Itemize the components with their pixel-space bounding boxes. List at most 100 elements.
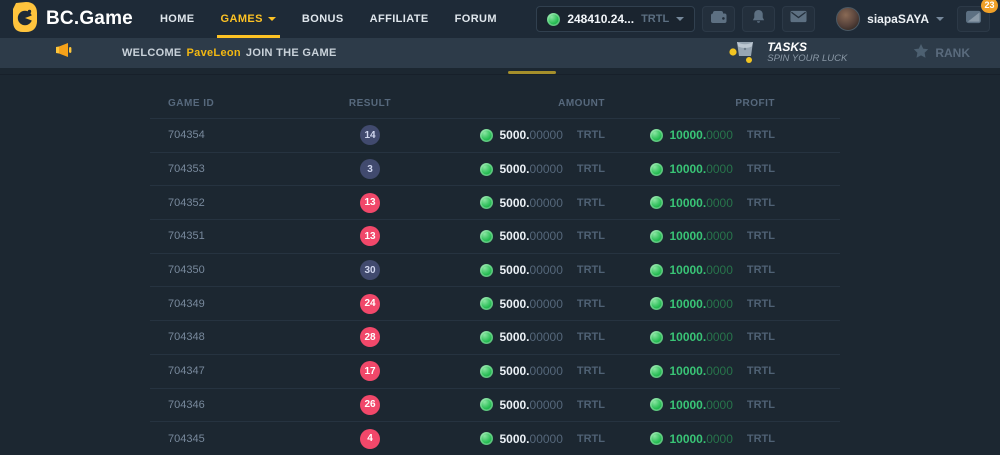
table-row[interactable]: 704348285000.00000TRTL10000.0000TRTL [150, 320, 840, 354]
profit-cell: 10000.0000TRTL [605, 362, 775, 380]
amount-frac: 00000 [530, 162, 563, 176]
trtl-coin-icon [480, 163, 493, 176]
amount-frac: 00000 [530, 330, 563, 344]
profit-frac: 0000 [706, 330, 733, 344]
amount-cell: 5000.00000TRTL [440, 295, 605, 313]
amount-currency: TRTL [577, 163, 605, 175]
star-icon [913, 44, 929, 62]
nav-item-label: HOME [160, 13, 195, 25]
trtl-coin-icon [650, 196, 663, 209]
game-id: 704350 [150, 264, 300, 276]
main-area: GAME ID RESULT AMOUNT PROFIT 70435414500… [0, 68, 1000, 455]
profit-value: 10000.0000 [669, 261, 732, 279]
wallet-icon [710, 10, 728, 29]
nav-item-home[interactable]: HOME [147, 0, 208, 38]
logo-text: BC.Game [46, 8, 133, 30]
profit-cell: 10000.0000TRTL [605, 295, 775, 313]
profit-cell: 10000.0000TRTL [605, 160, 775, 178]
table-row[interactable]: 704346265000.00000TRTL10000.0000TRTL [150, 388, 840, 422]
result-badge: 24 [360, 294, 380, 314]
amount-cell: 5000.00000TRTL [440, 261, 605, 279]
trtl-coin-icon [650, 163, 663, 176]
nav-item-bonus[interactable]: BONUS [289, 0, 357, 38]
nav-item-affiliate[interactable]: AFFILIATE [357, 0, 442, 38]
notifications-button[interactable] [742, 6, 775, 32]
profit-currency: TRTL [747, 399, 775, 411]
trtl-coin-icon [650, 331, 663, 344]
rank-button[interactable]: RANK [913, 44, 970, 62]
profit-currency: TRTL [747, 365, 775, 377]
profit-currency: TRTL [747, 331, 775, 343]
topbar-right: 248410.24... TRTL [536, 6, 990, 32]
tasks-button[interactable]: TASKS SPIN YOUR LUCK [728, 39, 847, 68]
profit-cell: 10000.0000 TRTL [605, 328, 775, 346]
trtl-coin-icon [480, 196, 493, 209]
bell-icon [751, 9, 766, 29]
table-row[interactable]: 704352135000.00000TRTL10000.0000TRTL [150, 185, 840, 219]
chat-button[interactable]: 23 [957, 6, 990, 32]
messages-button[interactable] [782, 6, 815, 32]
logo[interactable]: BC.Game [12, 2, 133, 37]
table-row[interactable]: 70434545000.00000TRTL10000.0000TRTL [150, 421, 840, 455]
profit-cell: 10000.0000TRTL [605, 396, 775, 414]
main-nav: HOME GAMES BONUSAFFILIATE FORUM [147, 0, 510, 38]
table-row[interactable]: 70435335000.00000TRTL10000.0000TRTL [150, 152, 840, 186]
trtl-coin-icon [650, 398, 663, 411]
table-row[interactable]: 704349245000.00000TRTL10000.0000TRTL [150, 286, 840, 320]
amount-main: 5000. [499, 229, 529, 243]
profit-value: 10000.0000 [669, 126, 732, 144]
amount-frac: 00000 [530, 432, 563, 446]
amount-main: 5000. [499, 263, 529, 277]
profit-cell: 10000.0000TRTL [605, 430, 775, 448]
nav-item-label: FORUM [455, 13, 497, 25]
result-cell: 26 [300, 395, 440, 415]
amount-currency: TRTL [577, 129, 605, 141]
balance-selector[interactable]: 248410.24... TRTL [536, 6, 695, 32]
table-row[interactable]: 704350305000.00000TRTL10000.0000TRTL [150, 253, 840, 287]
rank-label: RANK [935, 46, 970, 60]
amount-cell: 5000.00000TRTL [440, 430, 605, 448]
game-id: 704352 [150, 197, 300, 209]
bc-logo-icon [12, 2, 38, 37]
wallet-button[interactable] [702, 6, 735, 32]
table-row[interactable]: 704351135000.00000TRTL10000.0000TRTL [150, 219, 840, 253]
amount-currency: TRTL [577, 298, 605, 310]
trtl-coin-icon [480, 365, 493, 378]
balance-currency: TRTL [641, 13, 669, 25]
top-bar: BC.Game HOME GAMES BONUSAFFILIATE FORUM 248… [0, 0, 1000, 38]
profit-main: 10000. [669, 330, 706, 344]
amount-frac: 00000 [530, 297, 563, 311]
amount-value: 5000.00000 [499, 328, 562, 346]
chevron-down-icon [936, 17, 944, 21]
nav-item-label: GAMES [221, 13, 263, 25]
nav-item-forum[interactable]: FORUM [442, 0, 510, 38]
profit-currency: TRTL [747, 163, 775, 175]
table-row[interactable]: 704354145000.00000TRTL10000.0000TRTL [150, 118, 840, 152]
profit-value: 10000.0000 [669, 430, 732, 448]
megaphone-icon [54, 42, 74, 64]
profit-currency: TRTL [747, 298, 775, 310]
column-header-profit: PROFIT [605, 98, 775, 109]
result-cell: 24 [300, 294, 440, 314]
profit-frac: 0000 [706, 128, 733, 142]
result-badge: 26 [360, 395, 380, 415]
amount-frac: 00000 [530, 364, 563, 378]
result-cell: 4 [300, 429, 440, 449]
trtl-coin-icon [480, 331, 493, 344]
profit-frac: 0000 [706, 297, 733, 311]
trtl-coin-icon [480, 230, 493, 243]
amount-cell: 5000.00000TRTL [440, 194, 605, 212]
profit-value: 10000.0000 [669, 194, 732, 212]
amount-currency: TRTL [577, 230, 605, 242]
table-row[interactable]: 704347175000.00000TRTL10000.0000TRTL [150, 354, 840, 388]
profit-frac: 0000 [706, 263, 733, 277]
user-menu[interactable]: siapaSAYA [836, 7, 944, 31]
profit-cell: 10000.0000TRTL [605, 261, 775, 279]
trtl-coin-icon [650, 264, 663, 277]
column-header-amount: AMOUNT [440, 98, 605, 109]
welcome-suffix: JOIN THE GAME [246, 47, 337, 59]
nav-item-games[interactable]: GAMES [208, 0, 289, 38]
trtl-coin-icon [480, 432, 493, 445]
chat-unread-badge: 23 [981, 0, 998, 13]
profit-main: 10000. [669, 398, 706, 412]
